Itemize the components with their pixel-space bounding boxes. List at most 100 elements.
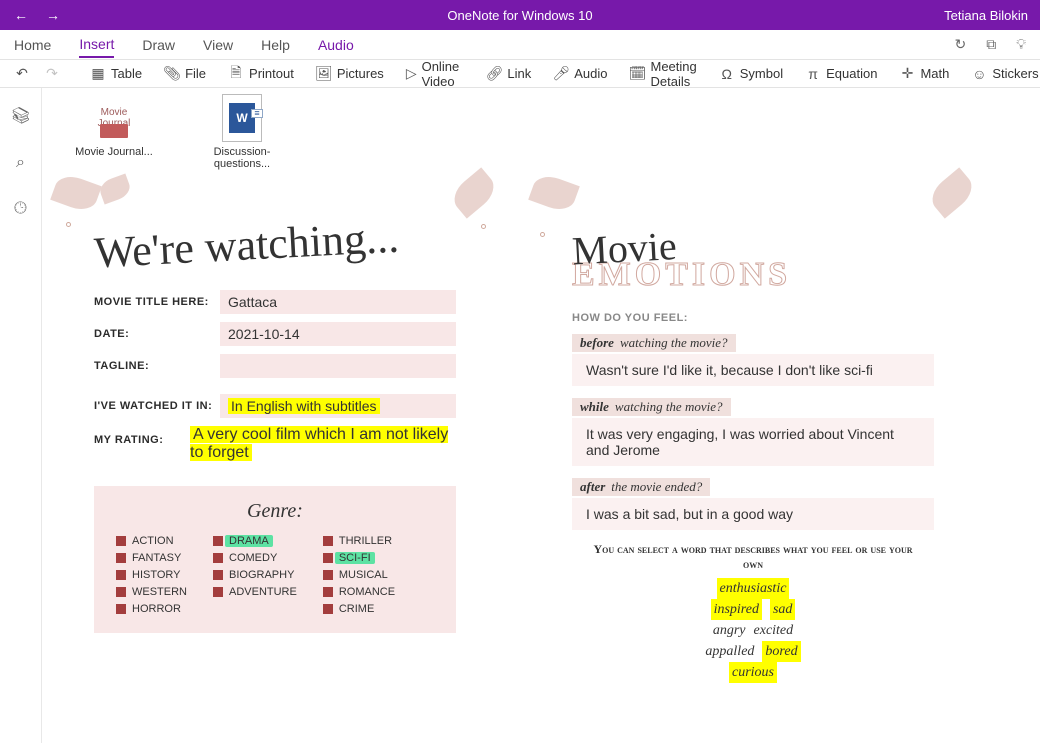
- question-while: whilewatching the movie?: [572, 398, 731, 416]
- insert-online-video[interactable]: ▷Online Video: [406, 59, 465, 89]
- undo-button[interactable]: ↶: [14, 66, 30, 82]
- word-excited[interactable]: excited: [754, 620, 794, 641]
- recent-icon[interactable]: 🕒︎: [14, 200, 27, 218]
- checkbox-icon: [323, 604, 333, 614]
- insert-link[interactable]: 🔗︎Link: [486, 66, 531, 82]
- checkbox-icon: [213, 553, 223, 563]
- notebooks-icon[interactable]: 📚︎: [10, 106, 30, 126]
- word-curious[interactable]: curious: [729, 662, 777, 683]
- insert-file[interactable]: 📎︎File: [164, 66, 206, 82]
- value-date[interactable]: 2021-10-14: [220, 322, 456, 346]
- redo-button[interactable]: ↷: [44, 66, 60, 82]
- app-title: OneNote for Windows 10: [447, 8, 592, 23]
- genre-columns: ACTION FANTASY HISTORY WESTERN HORROR DRAMA CO…: [116, 535, 434, 615]
- page-emotions[interactable]: Movie EMOTIONS HOW DO YOU FEEL: beforewa…: [538, 184, 968, 703]
- insert-equation[interactable]: πEquation: [805, 66, 877, 82]
- checkbox-icon: [323, 536, 333, 546]
- value-rating[interactable]: A very cool film which I am not likely t…: [190, 426, 448, 461]
- genre-adventure[interactable]: ADVENTURE: [213, 586, 297, 598]
- back-button[interactable]: ←: [14, 7, 28, 23]
- fullscreen-icon[interactable]: ⧉: [986, 36, 996, 53]
- genre-sci-fi[interactable]: SCI-FI: [323, 552, 395, 564]
- calendar-icon: 🗓︎: [630, 66, 646, 82]
- genre-drama[interactable]: DRAMA: [213, 535, 297, 547]
- lightbulb-icon[interactable]: 💡︎: [1016, 36, 1026, 53]
- checkbox-icon: [323, 570, 333, 580]
- attachment-discussion-questions[interactable]: W Discussion-questions...: [202, 94, 282, 170]
- value-watched[interactable]: In English with subtitles: [220, 394, 456, 418]
- sync-icon[interactable]: ↻: [954, 36, 966, 53]
- value-tagline[interactable]: [220, 354, 456, 378]
- table-icon: ▦: [90, 66, 106, 82]
- insert-printout[interactable]: 🗎Printout: [228, 66, 294, 82]
- paperclip-icon: 📎︎: [164, 66, 180, 82]
- search-icon[interactable]: ⌕: [16, 154, 25, 172]
- checkbox-icon: [116, 536, 126, 546]
- question-before: beforewatching the movie?: [572, 334, 736, 352]
- ribbon: ↶ ↷ ▦Table 📎︎File 🗎Printout 🖼︎Pictures ▷…: [0, 60, 1040, 88]
- select-note: You can select a word that describes wha…: [590, 542, 916, 572]
- audio-icon: 🎤︎: [553, 66, 569, 82]
- menubar: Home Insert Draw View Help Audio ↻ ⧉ 💡︎: [0, 30, 1040, 60]
- forward-button[interactable]: →: [46, 7, 60, 23]
- insert-meeting[interactable]: 🗓︎Meeting Details: [630, 59, 697, 89]
- user-name[interactable]: Tetiana Bilokin: [944, 8, 1040, 23]
- insert-stickers[interactable]: ☺Stickers: [971, 66, 1038, 82]
- genre-thriller[interactable]: THRILLER: [323, 535, 395, 547]
- genre-musical[interactable]: MUSICAL: [323, 569, 395, 581]
- genre-action[interactable]: ACTION: [116, 535, 187, 547]
- tab-help[interactable]: Help: [261, 33, 290, 57]
- word-appalled[interactable]: appalled: [705, 641, 754, 662]
- feel-label: HOW DO YOU FEEL:: [572, 312, 934, 324]
- tab-home[interactable]: Home: [14, 33, 51, 57]
- insert-table[interactable]: ▦Table: [90, 66, 142, 82]
- insert-math[interactable]: ✛Math: [899, 66, 949, 82]
- attachment-movie-journal[interactable]: Movie Journal Movie Journal...: [74, 94, 154, 170]
- insert-symbol[interactable]: ΩSymbol: [719, 66, 783, 82]
- label-date: DATE:: [94, 328, 220, 340]
- genre-biography[interactable]: BIOGRAPHY: [213, 569, 297, 581]
- sticker-icon: ☺: [971, 66, 987, 82]
- word-bored[interactable]: bored: [762, 641, 800, 662]
- checkbox-icon: [116, 570, 126, 580]
- genre-romance[interactable]: ROMANCE: [323, 586, 395, 598]
- checkbox-icon: [323, 553, 333, 563]
- tab-audio[interactable]: Audio: [318, 33, 354, 57]
- checkbox-icon: [116, 604, 126, 614]
- question-after: afterthe movie ended?: [572, 478, 710, 496]
- genre-western[interactable]: WESTERN: [116, 586, 187, 598]
- value-title[interactable]: Gattaca: [220, 290, 456, 314]
- tab-draw[interactable]: Draw: [142, 33, 175, 57]
- word-enthusiastic[interactable]: enthusiastic: [717, 578, 790, 599]
- answer-before[interactable]: Wasn't sure I'd like it, because I don't…: [572, 354, 934, 386]
- genre-comedy[interactable]: COMEDY: [213, 552, 297, 564]
- genre-horror[interactable]: HORROR: [116, 603, 187, 615]
- label-tagline: TAGLINE:: [94, 360, 220, 372]
- tab-view[interactable]: View: [203, 33, 233, 57]
- genre-fantasy[interactable]: FANTASY: [116, 552, 187, 564]
- tab-insert[interactable]: Insert: [79, 32, 114, 58]
- word-sad[interactable]: sad: [770, 599, 795, 620]
- page-heading: We're watching...: [93, 213, 457, 276]
- attachment-thumb: Movie Journal: [94, 94, 134, 142]
- genre-history[interactable]: HISTORY: [116, 569, 187, 581]
- genre-title: Genre:: [116, 500, 434, 523]
- checkbox-icon: [213, 570, 223, 580]
- checkbox-icon: [116, 553, 126, 563]
- insert-audio[interactable]: 🎤︎Audio: [553, 66, 607, 82]
- answer-after[interactable]: I was a bit sad, but in a good way: [572, 498, 934, 530]
- link-icon: 🔗︎: [486, 66, 502, 82]
- genre-crime[interactable]: CRIME: [323, 603, 395, 615]
- label-title: MOVIE TITLE HERE:: [94, 296, 220, 308]
- insert-pictures[interactable]: 🖼︎Pictures: [316, 66, 384, 82]
- answer-while[interactable]: It was very engaging, I was worried abou…: [572, 418, 934, 466]
- checkbox-icon: [213, 536, 223, 546]
- genre-box: Genre: ACTION FANTASY HISTORY WESTERN HORROR…: [94, 486, 456, 633]
- emotion-words[interactable]: enthusiasticinspired sad angry excitedappal…: [572, 578, 934, 683]
- word-angry[interactable]: angry: [713, 620, 746, 641]
- page-watching[interactable]: We're watching... MOVIE TITLE HERE: Gatt…: [60, 184, 490, 653]
- canvas[interactable]: Movie Journal Movie Journal... W Discuss…: [42, 88, 1040, 743]
- word-inspired[interactable]: inspired: [711, 599, 762, 620]
- word-icon: W: [222, 94, 262, 142]
- titlebar: ← → OneNote for Windows 10 Tetiana Bilok…: [0, 0, 1040, 30]
